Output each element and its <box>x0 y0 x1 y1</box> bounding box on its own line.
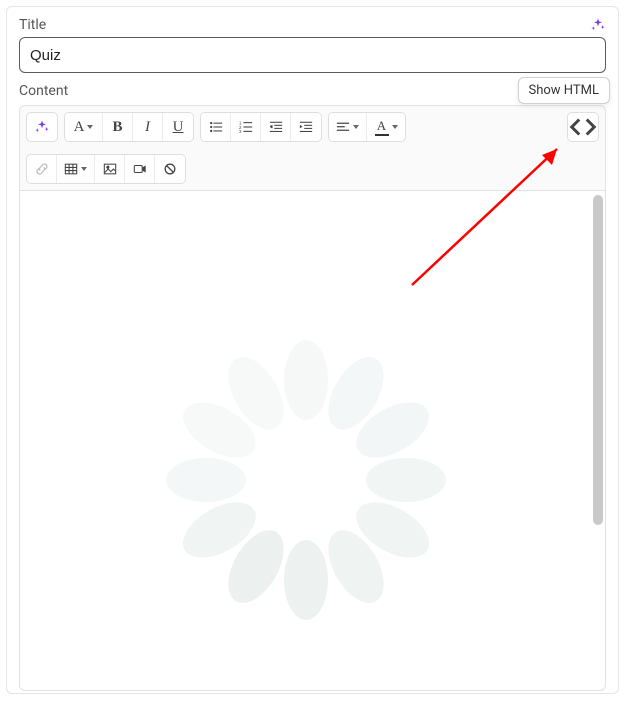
numbered-list-button[interactable]: 123 <box>231 113 261 141</box>
underline-button[interactable]: U <box>163 113 193 141</box>
italic-button[interactable]: I <box>133 113 163 141</box>
bulleted-list-button[interactable] <box>201 113 231 141</box>
tooltip-text: Show HTML <box>529 83 599 98</box>
list-group: 123 <box>200 112 322 142</box>
content-label: Content <box>19 83 68 99</box>
table-button[interactable] <box>57 155 95 183</box>
indent-button[interactable] <box>291 113 321 141</box>
sparkle-icon[interactable] <box>590 17 606 33</box>
font-style-group: A B I U <box>64 112 194 142</box>
remove-format-button[interactable] <box>155 155 185 183</box>
show-html-button[interactable] <box>567 112 599 142</box>
insert-group <box>26 154 186 184</box>
chevron-down-icon <box>392 125 398 129</box>
form-panel: Title Content Show HTML A B I U 123 <box>6 6 619 694</box>
show-html-tooltip: Show HTML <box>518 77 610 104</box>
editor-toolbar-row2 <box>19 148 606 191</box>
outdent-button[interactable] <box>261 113 291 141</box>
scrollbar-thumb[interactable] <box>593 195 603 525</box>
title-input[interactable] <box>19 37 606 73</box>
chevron-down-icon <box>81 167 87 171</box>
title-label-row: Title <box>19 17 606 33</box>
bold-button[interactable]: B <box>103 113 133 141</box>
title-label: Title <box>19 17 46 33</box>
ai-sparkle-button[interactable] <box>26 112 58 142</box>
svg-text:3: 3 <box>239 129 242 134</box>
content-editor[interactable] <box>20 191 591 690</box>
chevron-down-icon <box>353 125 359 129</box>
video-button[interactable] <box>125 155 155 183</box>
editor-wrapper <box>19 191 606 691</box>
vertical-scrollbar[interactable] <box>593 195 603 686</box>
align-color-group: A <box>328 112 406 142</box>
editor-toolbar: A B I U 123 A <box>19 105 606 148</box>
font-family-button[interactable]: A <box>65 113 103 141</box>
text-color-button[interactable]: A <box>367 113 405 141</box>
align-button[interactable] <box>329 113 367 141</box>
color-swatch <box>375 134 389 136</box>
content-label-row: Content Show HTML <box>19 83 606 99</box>
loading-spinner-icon <box>166 340 446 620</box>
link-button[interactable] <box>27 155 57 183</box>
image-button[interactable] <box>95 155 125 183</box>
chevron-down-icon <box>87 125 93 129</box>
